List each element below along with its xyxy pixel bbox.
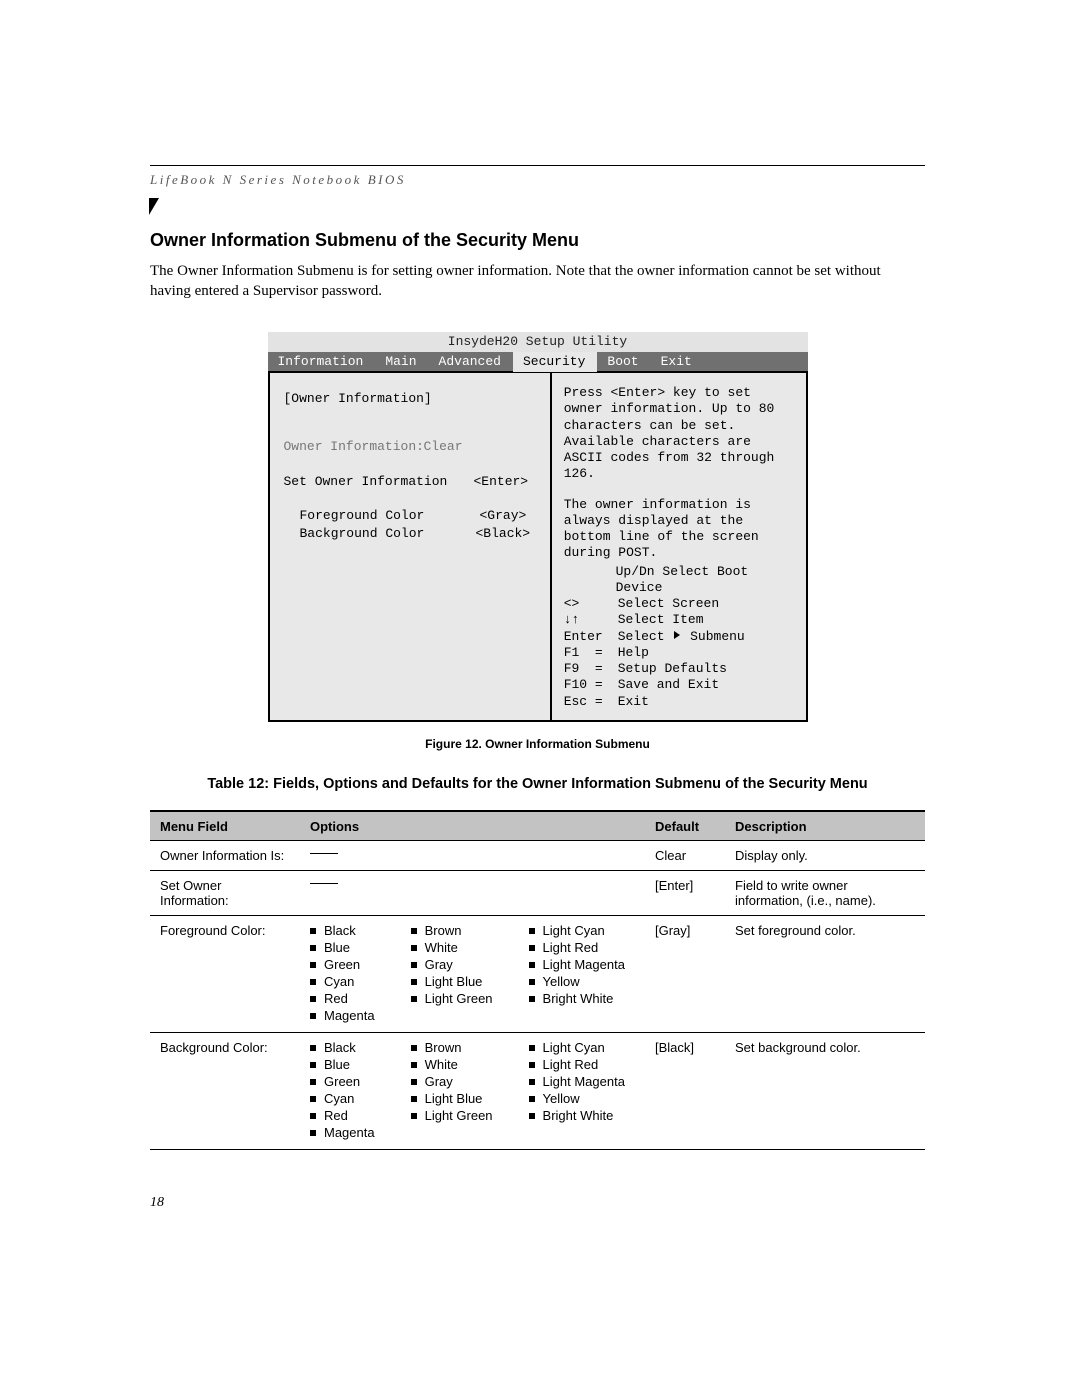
- menu-field-cell: Foreground Color:: [150, 915, 300, 1032]
- option-item: Blue: [310, 940, 375, 955]
- help-key-row: <>Select Screen: [564, 596, 796, 612]
- option-item: Black: [310, 1040, 375, 1055]
- default-cell: [Gray]: [645, 915, 725, 1032]
- fg-color-label: Foreground Color: [300, 508, 480, 524]
- option-item: Brown: [411, 1040, 493, 1055]
- default-cell: [Enter]: [645, 870, 725, 915]
- option-item: White: [411, 1057, 493, 1072]
- option-item: Red: [310, 991, 375, 1006]
- option-item: Light Cyan: [529, 923, 625, 938]
- option-item: Cyan: [310, 974, 375, 989]
- option-item: Light Red: [529, 1057, 625, 1072]
- default-cell: Clear: [645, 840, 725, 870]
- help-key-row: Up/Dn Select Boot Device: [564, 564, 796, 597]
- bios-help-pane: Press <Enter> key to set owner informati…: [552, 373, 806, 720]
- bg-color-value: <Black>: [476, 526, 531, 542]
- option-item: Magenta: [310, 1008, 375, 1023]
- owner-info-value: Clear: [424, 439, 463, 455]
- option-item: Light Red: [529, 940, 625, 955]
- fields-table: Menu FieldOptionsDefaultDescription Owne…: [150, 810, 925, 1150]
- table-header: Menu Field: [150, 811, 300, 841]
- option-item: Black: [310, 923, 375, 938]
- section-title: Owner Information Submenu of the Securit…: [150, 230, 925, 251]
- menu-field-cell: Set Owner Information:: [150, 870, 300, 915]
- description-cell: Set background color.: [725, 1032, 925, 1149]
- options-cell: [300, 840, 645, 870]
- help-key-row: ↓↑Select Item: [564, 612, 796, 628]
- bg-color-label: Background Color: [300, 526, 476, 542]
- option-item: Magenta: [310, 1125, 375, 1140]
- option-item: Bright White: [529, 991, 625, 1006]
- table-row: Background Color: Black Blue Green Cyan Red Ma…: [150, 1032, 925, 1149]
- set-owner-info-value: <Enter>: [474, 474, 529, 490]
- table-row: Owner Information Is: ClearDisplay only.: [150, 840, 925, 870]
- help-key-row: EnterSelect Submenu: [564, 629, 796, 645]
- option-item: Light Blue: [411, 1091, 493, 1106]
- description-cell: Set foreground color.: [725, 915, 925, 1032]
- bios-tab-main[interactable]: Main: [375, 352, 428, 372]
- owner-info-label: Owner Information:: [284, 439, 424, 455]
- option-item: Light Green: [411, 991, 493, 1006]
- option-item: Green: [310, 957, 375, 972]
- set-owner-info-label: Set Owner Information: [284, 474, 474, 490]
- bios-tab-information[interactable]: Information: [268, 352, 376, 372]
- option-item: Red: [310, 1108, 375, 1123]
- default-cell: [Black]: [645, 1032, 725, 1149]
- option-item: Light Blue: [411, 974, 493, 989]
- section-description: The Owner Information Submenu is for set…: [150, 261, 925, 302]
- bios-left-pane: [Owner Information] Owner Information: C…: [270, 373, 552, 720]
- table-header: Description: [725, 811, 925, 841]
- options-cell: [300, 870, 645, 915]
- option-item: Gray: [411, 957, 493, 972]
- menu-field-cell: Background Color:: [150, 1032, 300, 1149]
- help-key-row: Esc =Exit: [564, 694, 796, 710]
- option-item: Brown: [411, 923, 493, 938]
- bios-title: InsydeH20 Setup Utility: [268, 332, 808, 352]
- bios-window: InsydeH20 Setup Utility InformationMainA…: [268, 332, 808, 722]
- option-item: Light Cyan: [529, 1040, 625, 1055]
- options-cell: Black Blue Green Cyan Red Magenta Brown White Gr…: [300, 915, 645, 1032]
- description-cell: Field to write owner information, (i.e.,…: [725, 870, 925, 915]
- table-row: Set Owner Information: [Enter]Field to wr…: [150, 870, 925, 915]
- fg-color-value: <Gray>: [480, 508, 527, 524]
- options-cell: Black Blue Green Cyan Red Magenta Brown White Gr…: [300, 1032, 645, 1149]
- bios-tab-security[interactable]: Security: [513, 352, 597, 372]
- option-item: Gray: [411, 1074, 493, 1089]
- help-key-row: F9 =Setup Defaults: [564, 661, 796, 677]
- page-number: 18: [150, 1195, 925, 1211]
- figure-caption: Figure 12. Owner Information Submenu: [150, 737, 925, 751]
- description-cell: Display only.: [725, 840, 925, 870]
- option-item: Yellow: [529, 974, 625, 989]
- table-header: Default: [645, 811, 725, 841]
- help-paragraph-1: Press <Enter> key to set owner informati…: [564, 385, 796, 483]
- option-item: Green: [310, 1074, 375, 1089]
- help-paragraph-2: The owner information is always displaye…: [564, 497, 796, 562]
- page-corner-marker: [149, 198, 159, 215]
- option-item: Cyan: [310, 1091, 375, 1106]
- bios-tab-bar: InformationMainAdvancedSecurityBootExit: [268, 352, 808, 372]
- bios-tab-exit[interactable]: Exit: [651, 352, 704, 372]
- option-item: Blue: [310, 1057, 375, 1072]
- option-item: White: [411, 940, 493, 955]
- bios-tab-advanced[interactable]: Advanced: [429, 352, 513, 372]
- help-key-row: F10 =Save and Exit: [564, 677, 796, 693]
- table-header: Options: [300, 811, 645, 841]
- bios-tab-boot[interactable]: Boot: [597, 352, 650, 372]
- table-caption: Table 12: Fields, Options and Defaults f…: [150, 776, 925, 792]
- option-item: Light Green: [411, 1108, 493, 1123]
- option-item: Yellow: [529, 1091, 625, 1106]
- option-item: Light Magenta: [529, 957, 625, 972]
- bios-group-header: [Owner Information]: [284, 391, 432, 407]
- help-key-row: F1 =Help: [564, 645, 796, 661]
- menu-field-cell: Owner Information Is:: [150, 840, 300, 870]
- option-item: Light Magenta: [529, 1074, 625, 1089]
- option-item: Bright White: [529, 1108, 625, 1123]
- table-row: Foreground Color: Black Blue Green Cyan Red Ma…: [150, 915, 925, 1032]
- page-header: LifeBook N Series Notebook BIOS: [150, 172, 925, 188]
